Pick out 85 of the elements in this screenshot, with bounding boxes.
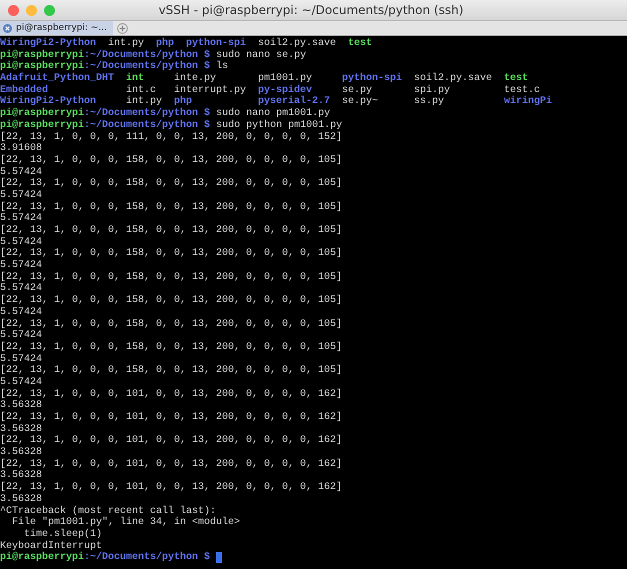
directory-name: php [156,38,174,49]
output-line: [22, 13, 1, 0, 0, 0, 158, 0, 0, 13, 200, 0, 0, 0, 0, 105] [0,318,342,330]
command-text: sudo nano pm1001.py [216,108,330,120]
output-line: 3.91608 [0,143,42,154]
file-name: se.py [342,84,372,96]
executable-name: test [504,73,528,84]
file-name: se.py~ [342,96,378,108]
output-line: 5.57424 [0,236,42,248]
output-line: [22, 13, 1, 0, 0, 0, 158, 0, 0, 13, 200, 0, 0, 0, 0, 105] [0,154,342,167]
directory-name: WiringPi2-Python [0,38,96,49]
file-name: int.c [126,84,156,96]
directory-name: Adafruit_Python_DHT [0,73,114,84]
file-name: test.c [504,84,540,96]
close-button[interactable] [8,4,19,16]
output-line: ^CTraceback (most recent call last): [0,506,216,516]
output-line: [22, 13, 1, 0, 0, 0, 101, 0, 0, 13, 200, 0, 0, 0, 0, 162] [0,482,342,494]
output-line: 5.57424 [0,260,42,272]
file-name: soil2.py.save [258,38,336,49]
executable-name: int [126,73,144,84]
output-line: [22, 13, 1, 0, 0, 0, 158, 0, 0, 13, 200, 0, 0, 0, 0, 105] [0,248,342,260]
directory-name: php [174,96,192,108]
output-line: KeyboardInterrupt [0,540,102,552]
directory-name: Embedded [0,84,48,96]
directory-name: python-spi [342,73,402,84]
file-name: ss.py [414,96,444,108]
output-line: [22, 13, 1, 0, 0, 0, 101, 0, 0, 13, 200, 0, 0, 0, 0, 162] [0,458,342,470]
session-tab[interactable]: pi@raspberrypi: ~... [0,21,113,35]
output-line: [22, 13, 1, 0, 0, 0, 158, 0, 0, 13, 200, 0, 0, 0, 0, 105] [0,342,342,354]
file-name: inte.py [174,73,216,84]
command-text: sudo nano se.py [216,50,306,61]
prompt-user: pi@raspberrypi [0,552,84,564]
output-line: 5.57424 [0,330,42,342]
prompt-path: :~/Documents/python $ [84,50,210,61]
output-line: [22, 13, 1, 0, 0, 0, 158, 0, 0, 13, 200, 0, 0, 0, 0, 105] [0,225,342,237]
output-line: File "pm1001.py", line 34, in <module> [11,517,240,528]
plus-icon [116,22,128,34]
output-line: [22, 13, 1, 0, 0, 0, 101, 0, 0, 13, 200, 0, 0, 0, 0, 162] [0,412,342,424]
minimize-button[interactable] [26,4,37,16]
directory-name: python-spi [186,38,246,49]
output-line: 3.56328 [0,470,42,482]
output-line: [22, 13, 1, 0, 0, 0, 158, 0, 0, 13, 200, 0, 0, 0, 0, 105] [0,202,342,213]
prompt-user: pi@raspberrypi [0,108,84,120]
prompt-path: :~/Documents/python $ [84,61,210,72]
output-line: 5.57424 [0,190,42,202]
output-line: [22, 13, 1, 0, 0, 0, 158, 0, 0, 13, 200, 0, 0, 0, 0, 105] [0,178,342,190]
output-line: [22, 13, 1, 0, 0, 0, 158, 0, 0, 13, 200, 0, 0, 0, 0, 105] [0,365,342,377]
directory-name: WiringPi2-Python [0,96,96,108]
file-name: int.py [108,38,144,49]
output-line: 5.57424 [0,376,42,388]
command-text: sudo python pm1001.py [216,120,342,132]
window-title: vSSH - pi@raspberrypi: ~/Documents/python (ssh) [158,3,464,17]
file-name: int.py [126,96,162,108]
output-line: 5.57424 [0,306,42,318]
directory-name: pyserial-2.7 [258,96,330,108]
output-line: 5.57424 [0,166,42,178]
output-line: 5.57424 [0,213,42,224]
output-line: [22, 13, 1, 0, 0, 0, 101, 0, 0, 13, 200, 0, 0, 0, 0, 162] [0,388,342,400]
output-line: 3.56328 [0,494,42,506]
zoom-button[interactable] [44,4,55,16]
output-line: [22, 13, 1, 0, 0, 0, 111, 0, 0, 13, 200, 0, 0, 0, 0, 152] [0,132,342,143]
prompt-user: pi@raspberrypi [0,50,84,61]
file-name: pm1001.py [258,73,312,84]
file-name: soil2.py.save [414,73,492,84]
prompt-user: pi@raspberrypi [0,120,84,132]
output-line: 3.56328 [0,447,42,458]
output-line: 5.57424 [0,283,42,294]
directory-name: wiringPi [504,96,552,108]
prompt-path: :~/Documents/python $ [84,108,210,120]
prompt-path: :~/Documents/python $ [84,120,210,132]
output-line: 3.56328 [0,400,42,412]
output-line: time.sleep(1) [23,528,102,540]
command-text: ls [216,61,228,74]
file-name: interrupt.py [174,84,246,96]
output-line: [22, 13, 1, 0, 0, 0, 158, 0, 0, 13, 200, 0, 0, 0, 0, 105] [0,272,342,283]
output-line: [22, 13, 1, 0, 0, 0, 101, 0, 0, 13, 200, 0, 0, 0, 0, 162] [0,435,342,447]
executable-name: test [348,38,372,49]
file-name: spi.py [414,84,450,96]
output-line: 3.56328 [0,424,42,435]
output-line: [22, 13, 1, 0, 0, 0, 158, 0, 0, 13, 200, 0, 0, 0, 0, 105] [0,295,342,307]
prompt-user: pi@raspberrypi [0,61,84,72]
output-line: 5.57424 [0,354,42,365]
directory-name: py-spidev [258,84,312,96]
close-icon[interactable] [3,24,12,32]
prompt-path: :~/Documents/python $ [84,552,210,564]
new-tab-button[interactable] [116,22,128,34]
